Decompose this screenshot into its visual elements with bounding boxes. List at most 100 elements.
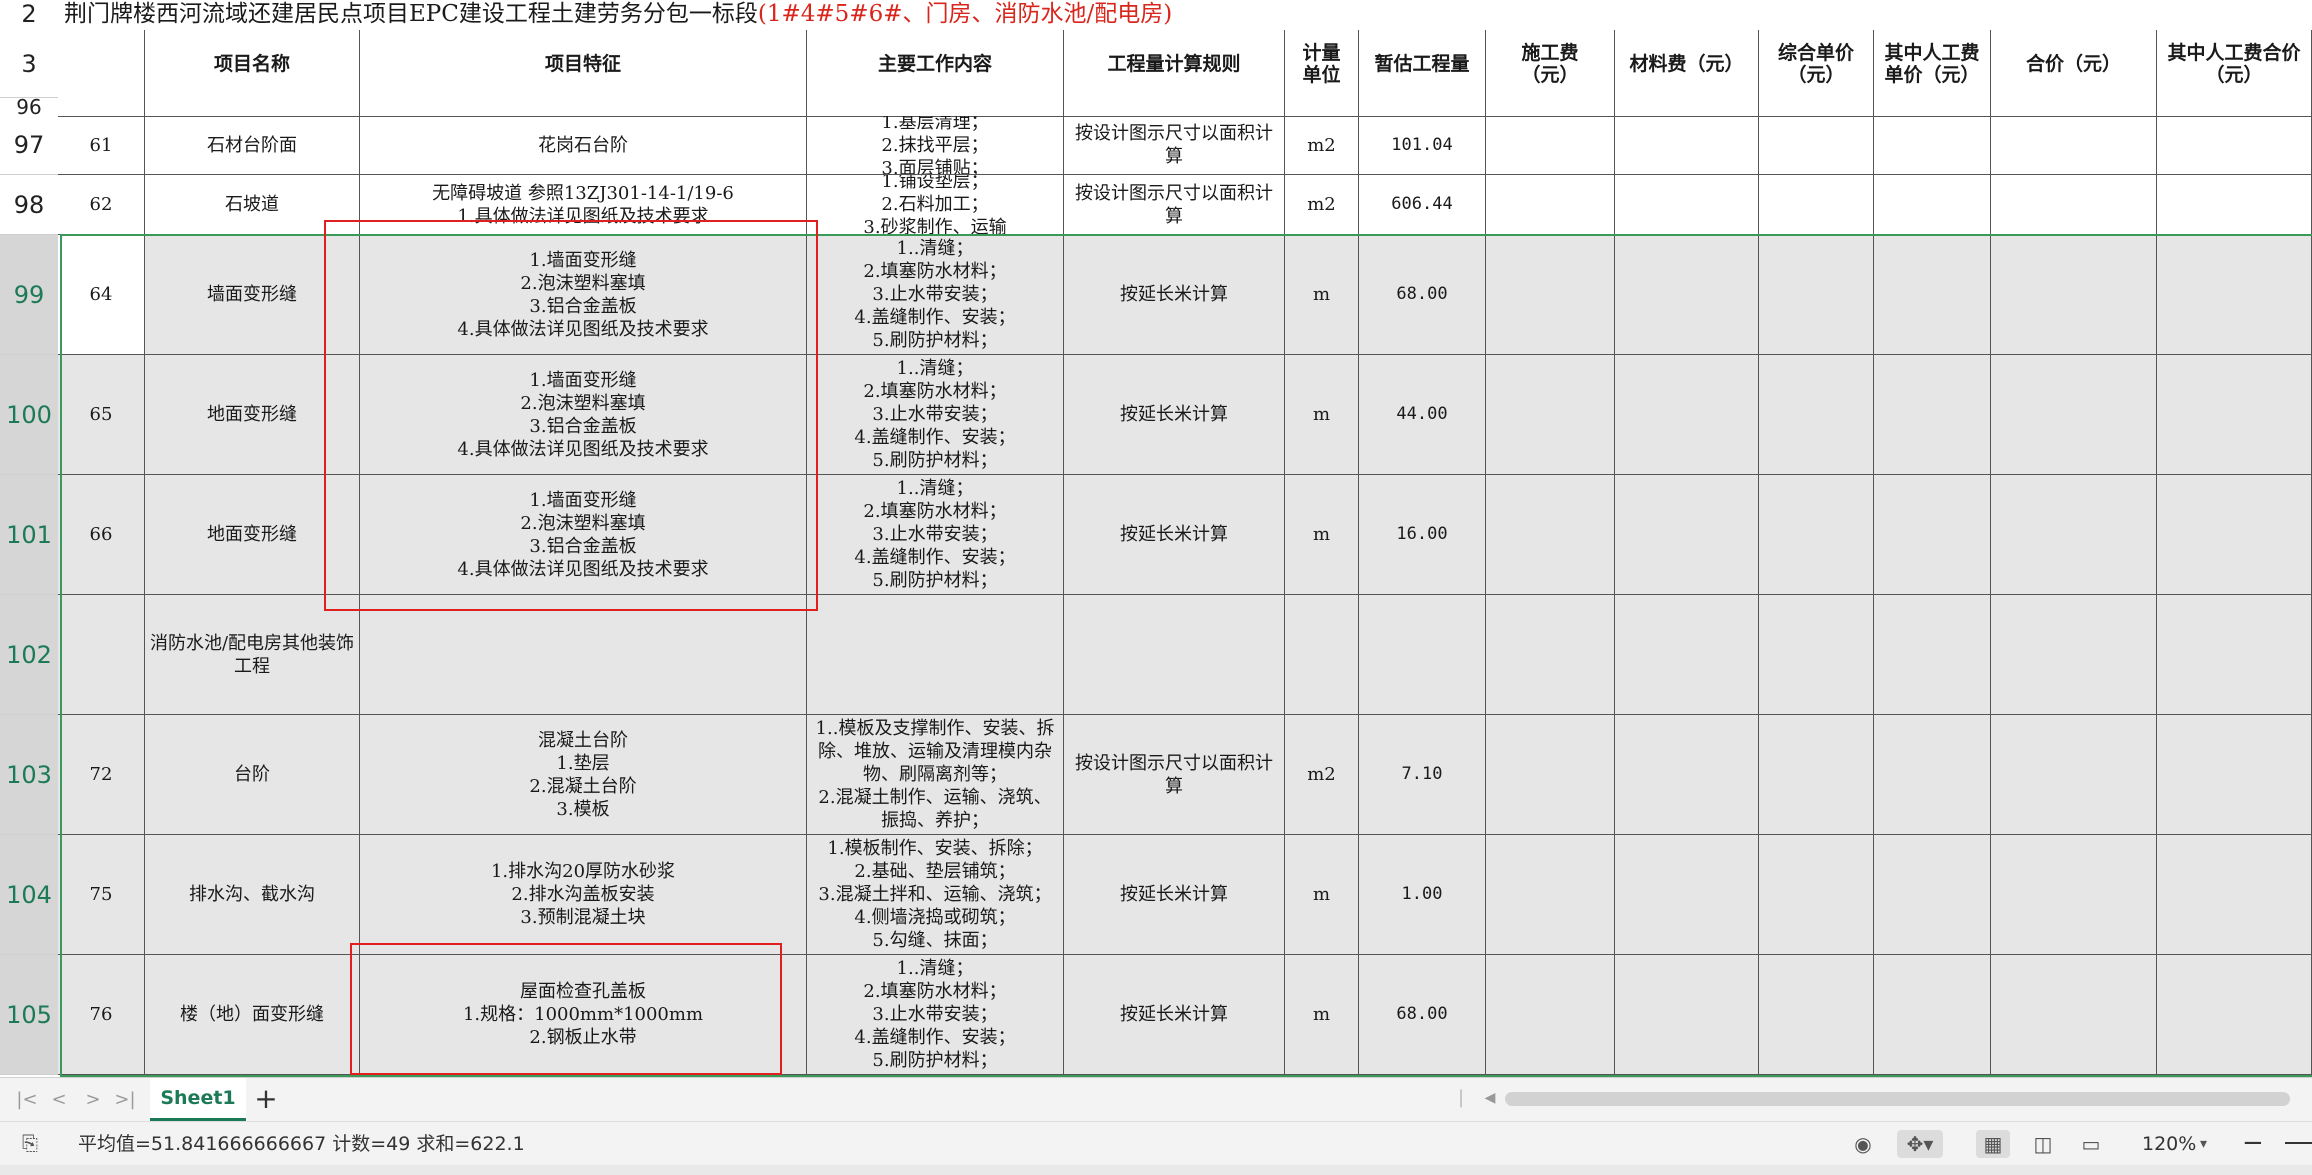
zoom-slider[interactable] — [2285, 1142, 2312, 1144]
row-number[interactable]: 98 — [0, 175, 58, 235]
chevron-down-icon[interactable]: ▾ — [2200, 1122, 2207, 1166]
col-unit-cell[interactable]: m — [1285, 235, 1359, 354]
col-rule-cell[interactable]: 按设计图示尺寸以面积计算 — [1064, 715, 1285, 834]
col-name-cell[interactable]: 台阶 — [145, 715, 360, 834]
col-unit-cell[interactable]: m2 — [1285, 715, 1359, 834]
col-total-cell[interactable] — [1991, 175, 2157, 234]
col-work-cell[interactable]: 1..清缝； 2.填塞防水材料； 3.止水带安装； 4.盖缝制作、安装； 5.刷… — [807, 955, 1064, 1074]
col-rule-cell[interactable]: 按设计图示尺寸以面积计算 — [1064, 175, 1285, 234]
table-cell[interactable] — [1874, 98, 1991, 116]
col-seq-cell[interactable]: 64 — [58, 235, 145, 354]
col-qty-cell[interactable]: 1.00 — [1359, 835, 1486, 954]
col-name-cell[interactable]: 地面变形缝 — [145, 475, 360, 594]
last-sheet-icon[interactable]: >| — [112, 1088, 138, 1112]
col-rule-cell[interactable]: 按延长米计算 — [1064, 235, 1285, 354]
col-name-cell[interactable]: 排水沟、截水沟 — [145, 835, 360, 954]
col-unit-price-cell[interactable] — [1759, 116, 1874, 174]
col-labor-total-cell[interactable] — [2157, 175, 2312, 234]
col-unit-price-cell[interactable] — [1759, 595, 1874, 714]
column-header[interactable]: 暂估工程量 — [1359, 30, 1486, 98]
col-labor-fee-cell[interactable] — [1486, 235, 1615, 354]
col-labor-fee-cell[interactable] — [1486, 116, 1615, 174]
row-number[interactable]: 105 — [0, 955, 58, 1075]
row-number[interactable]: 104 — [0, 835, 58, 955]
col-work-cell[interactable] — [807, 595, 1064, 714]
col-rule-cell[interactable]: 按设计图示尺寸以面积计算 — [1064, 116, 1285, 174]
col-qty-cell[interactable]: 101.04 — [1359, 116, 1486, 174]
col-feature-cell[interactable]: 无障碍坡道 参照13ZJ301-14-1/19-6 1.具体做法详见图纸及技术要… — [360, 175, 807, 234]
col-qty-cell[interactable] — [1359, 595, 1486, 714]
page-layout-icon[interactable]: ◫ — [2026, 1130, 2060, 1158]
table-cell[interactable] — [2157, 98, 2312, 116]
col-qty-cell[interactable]: 7.10 — [1359, 715, 1486, 834]
col-work-cell[interactable]: 1..模板及支撑制作、安装、拆除、堆放、运输及清理模内杂物、刷隔离剂等； 2.混… — [807, 715, 1064, 834]
table-cell[interactable] — [1064, 98, 1285, 116]
col-total-cell[interactable] — [1991, 835, 2157, 954]
table-cell[interactable] — [145, 98, 360, 116]
prev-sheet-icon[interactable]: < — [46, 1088, 72, 1112]
col-work-cell[interactable]: 1..清缝； 2.填塞防水材料； 3.止水带安装； 4.盖缝制作、安装； 5.刷… — [807, 355, 1064, 474]
col-name-cell[interactable]: 消防水池/配电房其他装饰工程 — [145, 595, 360, 714]
col-name-cell[interactable]: 石材台阶面 — [145, 116, 360, 174]
col-total-cell[interactable] — [1991, 475, 2157, 594]
table-cell[interactable] — [360, 98, 807, 116]
horizontal-scrollbar[interactable] — [1505, 1092, 2290, 1106]
col-unit-cell[interactable]: m — [1285, 955, 1359, 1074]
col-seq-cell[interactable]: 72 — [58, 715, 145, 834]
col-labor-unit-price-cell[interactable] — [1874, 175, 1991, 234]
column-header[interactable]: 主要工作内容 — [807, 30, 1064, 98]
column-header[interactable]: 合价（元） — [1991, 30, 2157, 98]
col-labor-total-cell[interactable] — [2157, 715, 2312, 834]
sheet-tab-sheet1[interactable]: Sheet1 — [150, 1078, 246, 1121]
col-rule-cell[interactable]: 按延长米计算 — [1064, 475, 1285, 594]
row-number[interactable]: 102 — [0, 595, 58, 715]
col-seq-cell[interactable]: 76 — [58, 955, 145, 1074]
row-number[interactable]: 99 — [0, 235, 58, 355]
col-unit-price-cell[interactable] — [1759, 235, 1874, 354]
col-qty-cell[interactable]: 68.00 — [1359, 235, 1486, 354]
col-work-cell[interactable]: 1..清缝； 2.填塞防水材料； 3.止水带安装； 4.盖缝制作、安装； 5.刷… — [807, 235, 1064, 354]
col-feature-cell[interactable]: 花岗石台阶 — [360, 116, 807, 174]
col-feature-cell[interactable]: 1.墙面变形缝 2.泡沫塑料塞填 3.铝合金盖板 4.具体做法详见图纸及技术要求 — [360, 475, 807, 594]
col-labor-unit-price-cell[interactable] — [1874, 475, 1991, 594]
col-labor-unit-price-cell[interactable] — [1874, 835, 1991, 954]
col-material-fee-cell[interactable] — [1615, 235, 1759, 354]
col-name-cell[interactable]: 地面变形缝 — [145, 355, 360, 474]
col-material-fee-cell[interactable] — [1615, 355, 1759, 474]
col-unit-price-cell[interactable] — [1759, 355, 1874, 474]
col-unit-price-cell[interactable] — [1759, 475, 1874, 594]
col-material-fee-cell[interactable] — [1615, 955, 1759, 1074]
col-labor-fee-cell[interactable] — [1486, 595, 1615, 714]
col-seq-cell[interactable]: 66 — [58, 475, 145, 594]
table-cell[interactable] — [1991, 98, 2157, 116]
reading-mode-icon[interactable]: ✥▾ — [1897, 1130, 1943, 1158]
col-unit-price-cell[interactable] — [1759, 835, 1874, 954]
col-seq-cell[interactable] — [58, 595, 145, 714]
col-labor-total-cell[interactable] — [2157, 595, 2312, 714]
col-total-cell[interactable] — [1991, 595, 2157, 714]
col-rule-cell[interactable]: 按延长米计算 — [1064, 955, 1285, 1074]
table-cell[interactable] — [1359, 98, 1486, 116]
col-labor-total-cell[interactable] — [2157, 475, 2312, 594]
row-number[interactable]: 96 — [0, 95, 58, 119]
row-number[interactable]: 3 — [0, 30, 58, 98]
macro-record-icon[interactable]: ⎘ — [22, 1132, 44, 1154]
first-sheet-icon[interactable]: |< — [14, 1088, 40, 1112]
column-header[interactable]: 材料费（元） — [1615, 30, 1759, 98]
col-labor-fee-cell[interactable] — [1486, 955, 1615, 1074]
page-break-preview-icon[interactable]: ▭ — [2074, 1130, 2108, 1158]
col-work-cell[interactable]: 1..清缝； 2.填塞防水材料； 3.止水带安装； 4.盖缝制作、安装； 5.刷… — [807, 475, 1064, 594]
column-header-seq[interactable] — [58, 30, 145, 98]
col-labor-fee-cell[interactable] — [1486, 475, 1615, 594]
column-header[interactable]: 项目特征 — [360, 30, 807, 98]
next-sheet-icon[interactable]: > — [80, 1088, 106, 1112]
table-cell[interactable] — [807, 98, 1064, 116]
col-material-fee-cell[interactable] — [1615, 715, 1759, 834]
col-rule-cell[interactable] — [1064, 595, 1285, 714]
col-name-cell[interactable]: 墙面变形缝 — [145, 235, 360, 354]
col-labor-unit-price-cell[interactable] — [1874, 355, 1991, 474]
col-qty-cell[interactable]: 606.44 — [1359, 175, 1486, 234]
col-feature-cell[interactable]: 1.墙面变形缝 2.泡沫塑料塞填 3.铝合金盖板 4.具体做法详见图纸及技术要求 — [360, 355, 807, 474]
col-unit-cell[interactable] — [1285, 595, 1359, 714]
scroll-left-icon[interactable]: ◀ — [1480, 1086, 1500, 1110]
